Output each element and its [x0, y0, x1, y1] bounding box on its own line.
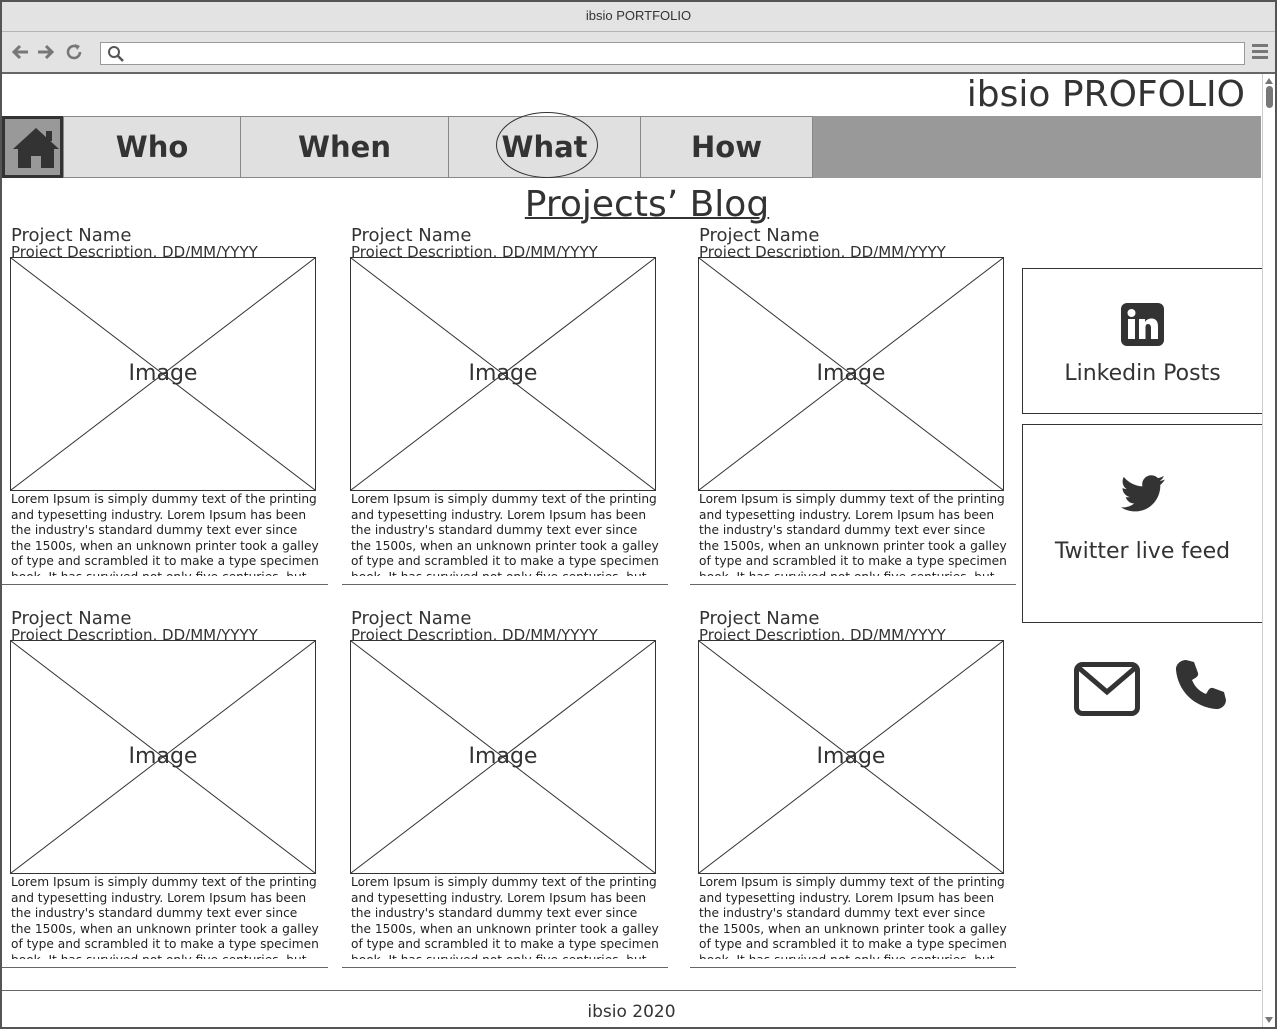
- brand-title: ibsio PROFOLIO: [966, 74, 1245, 115]
- browser-window: ibsio PORTFOLIO ibsio PROFOLIO Who When …: [0, 0, 1277, 1029]
- page-title: Projects’ Blog: [2, 182, 1275, 228]
- tab-how[interactable]: How: [640, 116, 813, 178]
- project-card-1: Project Name Project Description, DD/MM/…: [2, 226, 328, 588]
- page-viewport: ibsio PROFOLIO Who When What How Project…: [2, 74, 1275, 1027]
- card-divider: [342, 584, 668, 585]
- project-card-4: Project Name Project Description, DD/MM/…: [2, 609, 328, 971]
- linkedin-icon: [1121, 303, 1164, 346]
- project-card-5: Project Name Project Description, DD/MM/…: [342, 609, 668, 971]
- card-divider: [342, 967, 668, 968]
- scroll-up-icon[interactable]: [1265, 78, 1273, 84]
- card-divider: [2, 584, 328, 585]
- project-body-text: Lorem Ipsum is simply dummy text of the …: [699, 875, 1007, 959]
- project-card-2: Project Name Project Description, DD/MM/…: [342, 226, 668, 588]
- card-divider: [2, 967, 328, 968]
- image-label: Image: [128, 361, 198, 386]
- scroll-down-icon[interactable]: [1265, 1017, 1273, 1023]
- project-card-3: Project Name Project Description, DD/MM/…: [690, 226, 1016, 588]
- arrow-right-icon[interactable]: [36, 42, 56, 62]
- main-navbar: Who When What How: [2, 112, 1261, 178]
- url-input[interactable]: [129, 44, 1239, 63]
- image-label: Image: [816, 744, 886, 769]
- project-body-text: Lorem Ipsum is simply dummy text of the …: [11, 492, 319, 576]
- card-divider: [690, 584, 1016, 585]
- project-image-placeholder[interactable]: Image: [698, 640, 1004, 874]
- reload-icon[interactable]: [64, 42, 84, 62]
- project-body-text: Lorem Ipsum is simply dummy text of the …: [351, 875, 659, 959]
- scroll-thumb[interactable]: [1266, 86, 1273, 108]
- arrow-left-icon[interactable]: [10, 42, 30, 62]
- project-image-placeholder[interactable]: Image: [10, 257, 316, 491]
- footer: ibsio 2020: [2, 990, 1261, 1027]
- twitter-feed-panel[interactable]: Twitter live feed: [1022, 424, 1263, 623]
- project-image-placeholder[interactable]: Image: [350, 257, 656, 491]
- image-label: Image: [128, 744, 198, 769]
- address-bar: [2, 32, 1275, 74]
- window-title: ibsio PORTFOLIO: [2, 2, 1275, 32]
- home-button[interactable]: [2, 116, 63, 178]
- project-image-placeholder[interactable]: Image: [10, 640, 316, 874]
- project-image-placeholder[interactable]: Image: [698, 257, 1004, 491]
- envelope-icon[interactable]: [1074, 662, 1140, 720]
- tab-what[interactable]: What: [448, 116, 641, 178]
- image-label: Image: [468, 744, 538, 769]
- linkedin-posts-label: Linkedin Posts: [1064, 361, 1221, 386]
- tab-who[interactable]: Who: [63, 116, 241, 178]
- project-body-text: Lorem Ipsum is simply dummy text of the …: [11, 875, 319, 959]
- search-icon: [107, 45, 125, 67]
- project-card-6: Project Name Project Description, DD/MM/…: [690, 609, 1016, 971]
- linkedin-posts-panel[interactable]: Linkedin Posts: [1022, 268, 1263, 414]
- image-label: Image: [468, 361, 538, 386]
- tab-when[interactable]: When: [240, 116, 449, 178]
- twitter-feed-label: Twitter live feed: [1054, 539, 1231, 564]
- url-bar[interactable]: [100, 42, 1245, 65]
- hamburger-menu-icon[interactable]: [1252, 44, 1268, 62]
- page-title-text: Projects’ Blog: [524, 184, 770, 225]
- card-divider: [690, 967, 1016, 968]
- image-label: Image: [816, 361, 886, 386]
- vertical-scrollbar[interactable]: [1262, 74, 1275, 1027]
- phone-icon[interactable]: [1174, 658, 1228, 716]
- twitter-icon: [1121, 475, 1165, 512]
- project-image-placeholder[interactable]: Image: [350, 640, 656, 874]
- project-body-text: Lorem Ipsum is simply dummy text of the …: [351, 492, 659, 576]
- home-icon: [13, 128, 59, 168]
- project-body-text: Lorem Ipsum is simply dummy text of the …: [699, 492, 1007, 576]
